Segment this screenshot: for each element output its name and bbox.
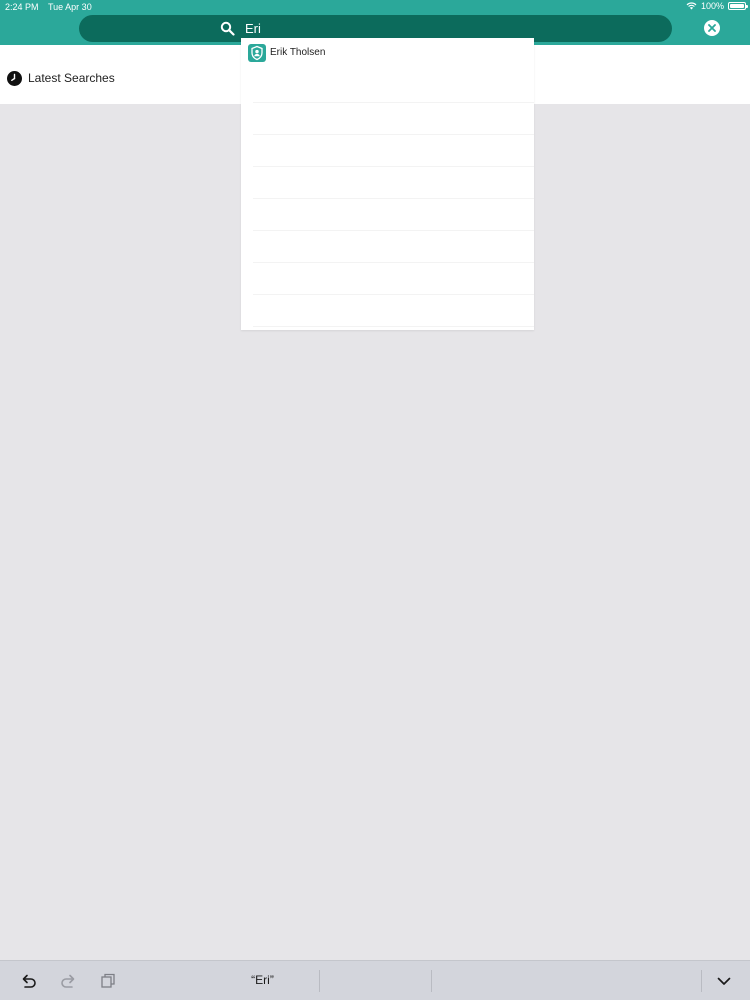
paste-icon[interactable]	[98, 971, 118, 991]
bar-separator	[431, 970, 432, 992]
status-right: 100%	[686, 1, 748, 11]
undo-button[interactable]	[19, 971, 39, 991]
latest-searches-label: Latest Searches	[28, 71, 115, 85]
clear-search-button[interactable]	[704, 20, 720, 36]
row-divider	[253, 294, 534, 295]
battery-fill	[730, 4, 744, 8]
status-date: Tue Apr 30	[48, 2, 92, 12]
search-icon	[220, 21, 235, 36]
status-bar: 2:24 PM Tue Apr 30 100%	[0, 0, 750, 13]
battery-percent: 100%	[700, 1, 724, 11]
redo-button[interactable]	[58, 971, 78, 991]
user-shield-icon	[248, 44, 266, 62]
row-divider	[253, 262, 534, 263]
suggestions-dropdown: Erik Tholsen	[241, 38, 534, 330]
chevron-down-icon[interactable]	[714, 971, 734, 991]
prediction-suggestion[interactable]: “Eri”	[205, 973, 320, 987]
wifi-icon	[686, 2, 697, 10]
row-divider	[253, 326, 534, 327]
row-divider	[253, 230, 534, 231]
bar-separator	[701, 970, 702, 992]
status-time: 2:24 PM	[5, 2, 39, 12]
suggestion-item[interactable]: Erik Tholsen	[241, 38, 534, 68]
search-input[interactable]	[245, 18, 545, 38]
row-divider	[253, 134, 534, 135]
row-divider	[253, 198, 534, 199]
battery-icon	[728, 2, 748, 10]
keyboard-shortcut-bar: “Eri”	[0, 960, 750, 1000]
suggestion-label: Erik Tholsen	[270, 47, 326, 58]
row-divider	[253, 166, 534, 167]
row-divider	[253, 102, 534, 103]
close-icon	[708, 24, 716, 32]
bar-separator	[319, 970, 320, 992]
clock-icon	[7, 71, 22, 86]
